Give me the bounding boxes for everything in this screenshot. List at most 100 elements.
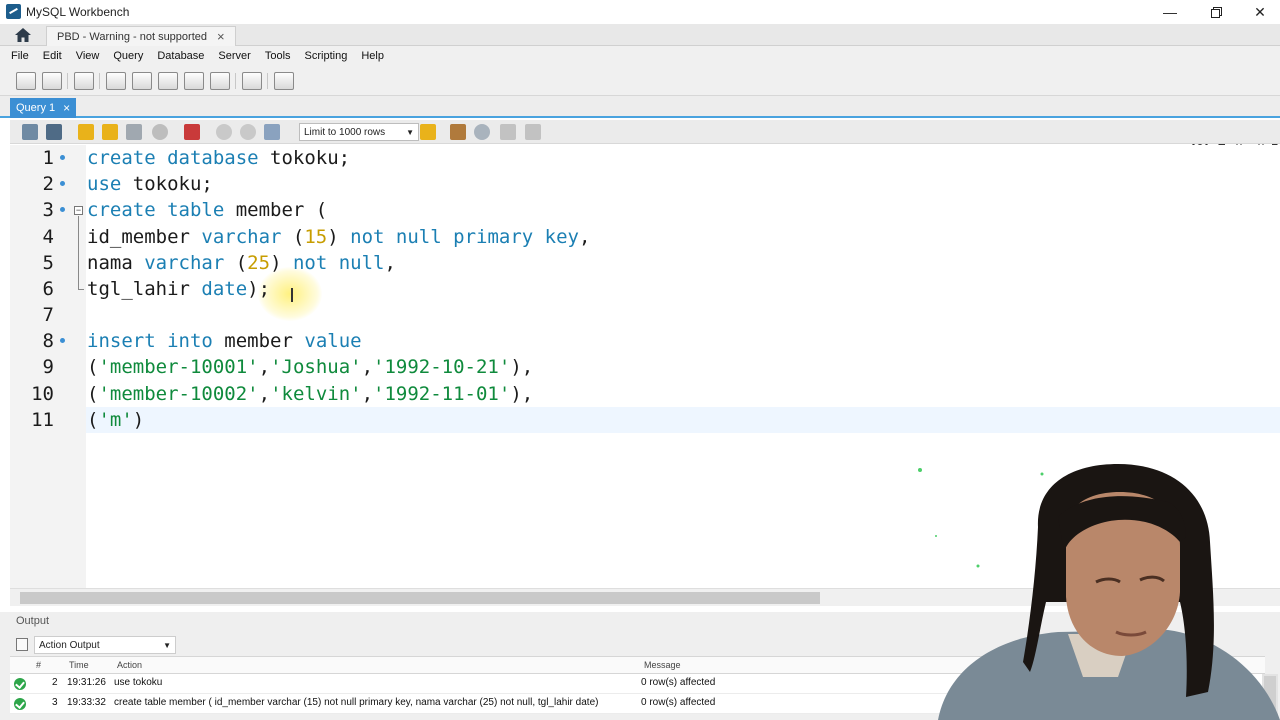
toolbar-separator	[67, 73, 68, 89]
invisible-chars-icon[interactable]	[500, 124, 516, 140]
minimize-button[interactable]: —	[1148, 0, 1192, 24]
connection-tab[interactable]: PBD - Warning - not supported ×	[46, 26, 236, 46]
window-title: MySQL Workbench	[26, 5, 130, 19]
autocommit-icon[interactable]	[264, 124, 280, 140]
horizontal-scrollbar-thumb[interactable]	[20, 592, 820, 604]
code-line[interactable]: create table member (	[87, 197, 327, 223]
menu-view[interactable]: View	[69, 50, 107, 62]
explain-icon[interactable]	[126, 124, 142, 140]
main-toolbar	[0, 66, 1280, 155]
reconnect-icon[interactable]	[274, 72, 294, 90]
current-line-highlight	[86, 407, 1280, 433]
execute-lightning-icon[interactable]	[78, 124, 94, 140]
output-type-value: Action Output	[39, 639, 100, 651]
create-view-icon[interactable]	[158, 72, 178, 90]
add-snippet-star-icon[interactable]	[420, 124, 436, 140]
line-number: 8	[42, 330, 54, 352]
execute-current-statement-icon[interactable]	[102, 124, 118, 140]
output-type-select[interactable]: Action Output ▼	[34, 636, 176, 654]
close-connection-tab-icon[interactable]: ×	[217, 29, 225, 44]
connection-tab-bar: PBD - Warning - not supported ×	[0, 24, 1280, 46]
line-number: 6	[42, 278, 54, 300]
code-line[interactable]: ('member-10001','Joshua','1992-10-21'),	[87, 354, 533, 380]
line-number: 7	[42, 304, 54, 326]
restore-icon	[1210, 6, 1222, 18]
line-number: 1	[42, 147, 54, 169]
line-number: 5	[42, 252, 54, 274]
code-line[interactable]: create database tokoku;	[87, 145, 350, 171]
statement-marker	[60, 155, 65, 160]
code-line[interactable]: insert into member value	[87, 328, 362, 354]
column-header-message[interactable]: Message	[644, 660, 681, 670]
connection-tab-label: PBD - Warning - not supported	[57, 30, 207, 43]
toolbar-separator	[235, 73, 236, 89]
fold-toggle[interactable]: −	[74, 206, 83, 215]
save-icon[interactable]	[46, 124, 62, 140]
output-row-time: 19:33:32	[67, 697, 106, 708]
line-number: 3	[42, 199, 54, 221]
query-tab-bar: Query 1 ×	[0, 96, 1280, 118]
beautify-icon[interactable]	[450, 124, 466, 140]
find-icon[interactable]	[474, 124, 490, 140]
create-procedure-icon[interactable]	[184, 72, 204, 90]
menu-tools[interactable]: Tools	[258, 50, 298, 62]
home-icon[interactable]	[14, 27, 32, 43]
menu-bar: File Edit View Query Database Server Too…	[0, 46, 1280, 66]
line-number: 2	[42, 173, 54, 195]
statement-marker	[60, 181, 65, 186]
close-window-button[interactable]: ✕	[1238, 0, 1280, 24]
limit-rows-select[interactable]: Limit to 1000 rows ▼	[299, 123, 419, 141]
output-row-message: 0 row(s) affected	[641, 697, 716, 708]
code-line[interactable]: tgl_lahir date);	[87, 276, 270, 302]
editor-toolbar: Limit to 1000 rows ▼	[10, 120, 1280, 144]
toggle-error-stop-icon[interactable]	[184, 124, 200, 140]
info-icon[interactable]	[74, 72, 94, 90]
column-header-action[interactable]: Action	[117, 660, 142, 670]
commit-icon[interactable]	[216, 124, 232, 140]
menu-help[interactable]: Help	[354, 50, 391, 62]
query-tab-label: Query 1	[16, 102, 56, 114]
restore-button[interactable]	[1194, 0, 1238, 24]
rollback-icon[interactable]	[240, 124, 256, 140]
fold-line	[78, 216, 79, 290]
i-beam-cursor	[291, 288, 293, 302]
chevron-down-icon: ▼	[163, 640, 171, 650]
menu-file[interactable]: File	[4, 50, 36, 62]
success-icon	[14, 678, 26, 690]
code-line[interactable]: id_member varchar (15) not null primary …	[87, 224, 590, 250]
webcam-presenter-overlay	[918, 464, 1280, 720]
close-query-tab-icon[interactable]: ×	[63, 101, 70, 115]
create-schema-icon[interactable]	[106, 72, 126, 90]
menu-query[interactable]: Query	[106, 50, 150, 62]
fold-line-end	[78, 289, 84, 290]
menu-server[interactable]: Server	[211, 50, 257, 62]
open-sql-file-icon[interactable]	[42, 72, 62, 90]
mysql-workbench-app-icon	[6, 4, 21, 19]
code-line[interactable]: nama varchar (25) not null,	[87, 250, 396, 276]
output-row-action: create table member ( id_member varchar …	[114, 697, 599, 708]
line-number: 10	[31, 383, 54, 405]
line-number: 11	[31, 409, 54, 431]
column-header-time[interactable]: Time	[69, 660, 89, 670]
column-header-number[interactable]: #	[36, 660, 41, 670]
new-sql-file-icon[interactable]	[16, 72, 36, 90]
create-table-icon[interactable]	[132, 72, 152, 90]
code-line[interactable]: use tokoku;	[87, 171, 213, 197]
output-row-message: 0 row(s) affected	[641, 677, 716, 688]
create-function-icon[interactable]	[210, 72, 230, 90]
search-table-data-icon[interactable]	[242, 72, 262, 90]
toolbar-separator	[267, 73, 268, 89]
code-line[interactable]: ('m')	[87, 407, 144, 433]
chevron-down-icon: ▼	[406, 127, 414, 137]
open-folder-icon[interactable]	[22, 124, 38, 140]
line-number: 4	[42, 226, 54, 248]
query-tab[interactable]: Query 1 ×	[10, 98, 77, 118]
code-line[interactable]: ('member-10002','kelvin','1992-11-01'),	[87, 381, 533, 407]
output-row-number: 2	[52, 677, 58, 688]
menu-scripting[interactable]: Scripting	[298, 50, 355, 62]
menu-edit[interactable]: Edit	[36, 50, 69, 62]
menu-database[interactable]: Database	[150, 50, 211, 62]
wrap-lines-icon[interactable]	[525, 124, 541, 140]
copy-icon[interactable]	[16, 638, 28, 651]
stop-icon[interactable]	[152, 124, 168, 140]
